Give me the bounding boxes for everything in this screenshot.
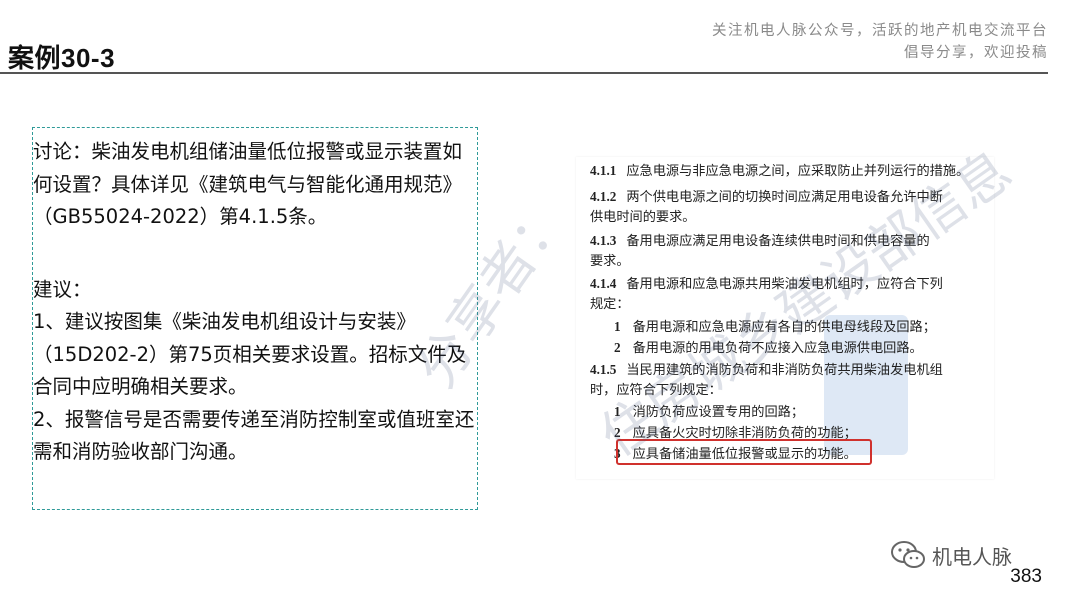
std-line: 4.1.2 两个供电电源之间的切换时间应满足用电设备允许中断 (590, 189, 943, 205)
standard-excerpt-image: 4.1.1 应急电源与非应急电源之间，应采取防止并列运行的措施。 4.1.2 两个供… (576, 157, 994, 479)
std-line: 4.1.3 备用电源应满足用电设备连续供电时间和供电容量的 (590, 233, 930, 249)
suggestion-item-2: 2、报警信号是否需要传递至消防控制室或值班室还需和消防验收部门沟通。 (33, 407, 475, 464)
std-line: 规定： (590, 297, 630, 312)
std-line: 时，应符合下列规定： (590, 383, 722, 398)
page-number: 383 (1010, 566, 1042, 587)
std-line: 供电时间的要求。 (590, 210, 696, 225)
std-line: 4.1.5 当民用建筑的消防负荷和非消防负荷共用柴油发电机组 (590, 362, 943, 378)
header-note-line1: 关注机电人脉公众号，活跃的地产机电交流平台 (712, 23, 1048, 39)
suggestion-heading: 建议： (33, 277, 92, 301)
discussion-question: 讨论：柴油发电机组储油量低位报警或显示装置如何设置？具体详见《建筑电气与智能化通… (33, 140, 463, 228)
std-line: 4.1.4 备用电源和应急电源共用柴油发电机组时，应符合下列 (590, 276, 943, 292)
highlight-box (616, 439, 872, 465)
brand-name: 机电人脉 (932, 544, 1012, 569)
header-note-line2: 倡导分享，欢迎投稿 (904, 45, 1048, 61)
suggestion-item-1: 1、建议按图集《柴油发电机组设计与安装》（15D202-2）第75页相关要求设置… (33, 310, 467, 398)
std-line: 1 备用电源和应急电源应有各自的供电母线段及回路； (614, 319, 936, 335)
std-line: 要求。 (590, 254, 630, 269)
std-line: 4.1.1 应急电源与非应急电源之间，应采取防止并列运行的措施。 (590, 163, 970, 179)
wechat-icon (891, 541, 925, 568)
brand: 机电人脉 (890, 540, 1012, 570)
std-line: 2 备用电源的用电负荷不应接入应急电源供电回路。 (614, 340, 923, 356)
header-note: 关注机电人脉公众号，活跃的地产机电交流平台 倡导分享，欢迎投稿 (712, 20, 1048, 64)
page-title: 案例30-3 (8, 43, 116, 73)
title-divider (0, 72, 1048, 74)
std-line: 1 消防负荷应设置专用的回路； (614, 404, 805, 420)
discussion-box: 讨论：柴油发电机组储油量低位报警或显示装置如何设置？具体详见《建筑电气与智能化通… (32, 127, 478, 510)
